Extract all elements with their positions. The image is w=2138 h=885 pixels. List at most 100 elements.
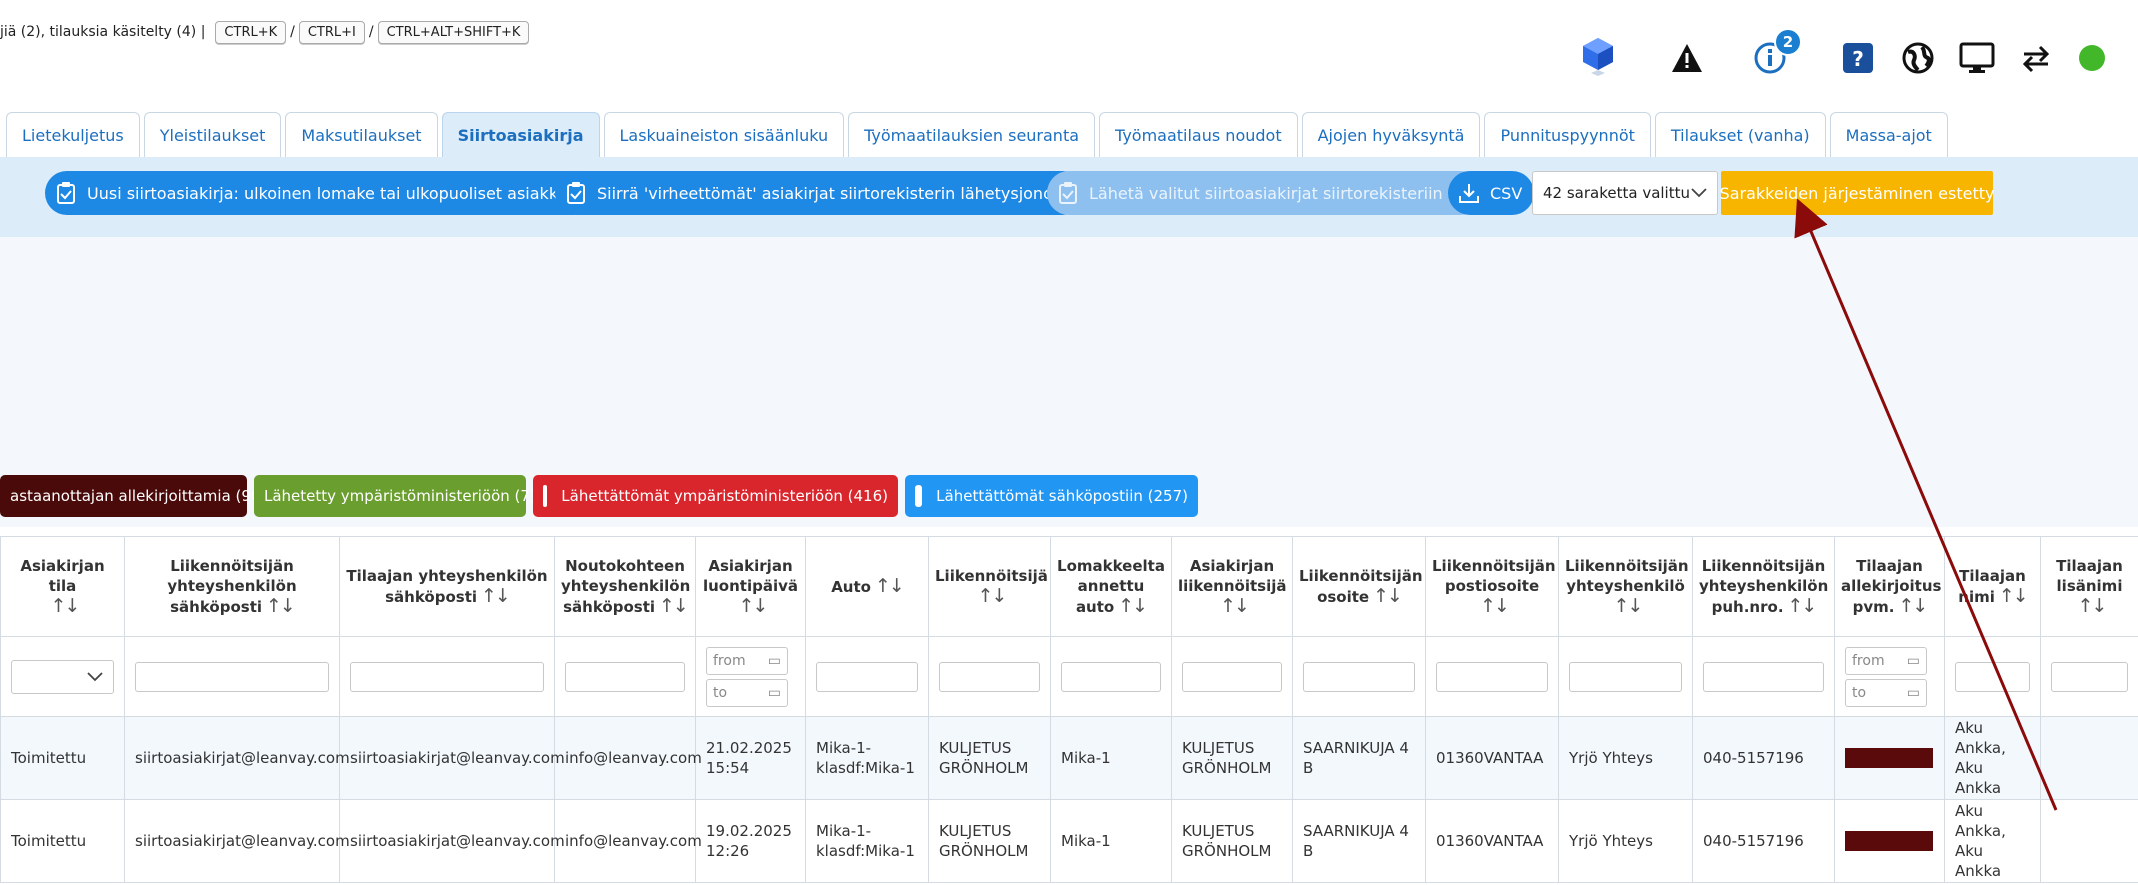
col-header[interactable]: Liikennöitsijän osoite ↑↓ [1292,536,1426,637]
col-header[interactable]: Tilaajan lisänimi ↑↓ [2040,536,2138,637]
column-selector[interactable]: 42 saraketta valittu [1532,171,1718,215]
column-ordering-button[interactable]: Sarakkeiden järjestäminen estetty [1720,171,1994,215]
sort-icon[interactable]: ↑↓ [1614,595,1644,617]
tab-yleistilaukset[interactable]: Yleistilaukset [143,112,282,157]
sort-icon[interactable]: ↑↓ [1480,595,1510,617]
cube-icon[interactable] [1580,38,1616,76]
calendar-icon: ▭ [767,684,781,701]
filter-input[interactable] [1955,661,2030,692]
tab-tyomaatilaus-noudot[interactable]: Työmaatilaus noudot [1099,112,1298,157]
sort-icon[interactable]: ↑↓ [659,595,689,617]
filter-input[interactable] [2051,661,2128,692]
warning-icon[interactable] [1669,40,1705,76]
tab-tyomaatilauksien-seuranta[interactable]: Työmaatilauksien seuranta [848,112,1096,157]
filter-input[interactable] [1569,661,1682,692]
filter-input[interactable] [1182,661,1282,692]
cell-operator-postal: 01360VANTAA [1425,799,1559,883]
chip-checkbox[interactable] [915,485,923,507]
tab-tilaukset-vanha[interactable]: Tilaukset (vanha) [1654,112,1826,157]
cell-status: Toimitettu [0,716,125,800]
tab-laskuaineiston-sisaanluku[interactable]: Laskuaineiston sisäänluku [603,112,845,157]
col-header[interactable]: Tilaajan allekirjoitus pvm. ↑↓ [1834,536,1945,637]
chip-checkbox[interactable] [543,485,548,507]
chip-sent-ministry[interactable]: Lähetetty ympäristöministeriöön (7) [254,475,536,517]
move-errorless-button[interactable]: Siirrä 'virheettömät' asiakirjat siirtor… [555,171,1085,215]
tab-lietekuljetus[interactable]: Lietekuljetus [6,112,140,157]
filter-input[interactable] [135,661,329,692]
tab-punnituspyynnot[interactable]: Punnituspyynnöt [1484,112,1651,157]
col-header[interactable]: Asiakirjan tila ↑↓ [0,536,125,637]
cell-operator-phone: 040-5157196 [1692,716,1835,800]
new-document-button[interactable]: Uusi siirtoasiakirja: ulkoinen lomake ta… [45,171,596,215]
sort-icon[interactable]: ↑↓ [1118,595,1148,617]
table-row[interactable]: Toimitettu siirtoasiakirjat@leanvay.com … [0,799,2138,883]
csv-export-button[interactable]: CSV [1448,171,1535,215]
filter-input[interactable] [816,661,918,692]
chip-recipient-signed[interactable]: astaanottajan allekirjoittamia (90) [0,475,266,517]
info-icon[interactable]: 2 [1752,28,1802,76]
sort-icon[interactable]: ↑↓ [739,595,769,617]
col-header[interactable]: Liikennöitsijän yhteyshenkilön puh.nro. ↑… [1692,536,1835,637]
new-document-label: Uusi siirtoasiakirja: ulkoinen lomake ta… [87,183,584,203]
filter-input[interactable] [350,661,544,692]
sort-icon[interactable]: ↑↓ [51,595,81,617]
tab-massa-ajot[interactable]: Massa-ajot [1829,112,1948,157]
col-header[interactable]: Asiakirjan liikennöitsijä ↑↓ [1171,536,1293,637]
sort-icon[interactable]: ↑↓ [266,595,296,617]
sort-icon[interactable]: ↑↓ [2078,595,2108,617]
chip-unsent-ministry[interactable]: Lähettättömät ympäristöministeriöön (416… [533,475,898,517]
move-errorless-label: Siirrä 'virheettömät' asiakirjat siirtor… [597,183,1073,203]
calendar-icon: ▭ [1906,684,1920,701]
col-header[interactable]: Tilaajan yhteyshenkilön sähköposti ↑↓ [339,536,555,637]
status-filter-select[interactable] [11,659,114,694]
connection-status-dot [2074,40,2110,76]
sort-icon[interactable]: ↑↓ [1788,595,1818,617]
filter-input[interactable] [939,661,1040,692]
cell-operator: KULJETUS GRÖNHOLM [928,799,1051,883]
col-header[interactable]: Noutokohteen yhteyshenkilön sähköposti ↑↓ [554,536,696,637]
tab-maksutilaukset[interactable]: Maksutilaukset [285,112,438,157]
col-header[interactable]: Liikennöitsijä ↑↓ [928,536,1051,637]
cell-doc-operator: KULJETUS GRÖNHOLM [1171,716,1293,800]
filter-input[interactable] [1303,661,1415,692]
col-header[interactable]: Liikennöitsijän postiosoite ↑↓ [1425,536,1559,637]
filter-input[interactable] [1436,661,1548,692]
col-header[interactable]: Liikennöitsijän yhteyshenkilö ↑↓ [1558,536,1693,637]
sort-icon[interactable]: ↑↓ [978,585,1008,607]
cell-customer-extra-name [2040,716,2138,800]
col-header[interactable]: Liikennöitsijän yhteyshenkilön sähköpost… [124,536,340,637]
globe-icon[interactable] [1900,40,1936,76]
col-header[interactable]: Asiakirjan luontipäivä ↑↓ [695,536,806,637]
help-icon[interactable]: ? [1840,40,1876,76]
col-header[interactable]: Auto ↑↓ [805,536,929,637]
col-header[interactable]: Lomakkeelta annettu auto ↑↓ [1050,536,1172,637]
date-from-input[interactable]: from ▭ [706,646,788,675]
table-row[interactable]: Toimitettu siirtoasiakirjat@leanvay.com … [0,716,2138,800]
date-to-input[interactable]: to ▭ [706,678,788,707]
cell-operator-email: siirtoasiakirjat@leanvay.com [124,716,350,800]
redacted-signature [1845,748,1933,768]
sort-icon[interactable]: ↑↓ [481,585,511,607]
date-from-input[interactable]: from ▭ [1845,646,1927,675]
shortcut-ctrl-i: CTRL+I [298,20,365,44]
tab-ajojen-hyvaksynta[interactable]: Ajojen hyväksyntä [1301,112,1481,157]
cell-operator-postal: 01360VANTAA [1425,716,1559,800]
sort-icon[interactable]: ↑↓ [1899,595,1929,617]
sort-icon[interactable]: ↑↓ [1999,585,2029,607]
sort-icon[interactable]: ↑↓ [1373,585,1403,607]
tab-siirtoasiakirja[interactable]: Siirtoasiakirja [441,112,600,157]
sort-icon[interactable]: ↑↓ [1220,595,1250,617]
filter-input[interactable] [565,661,685,692]
col-header[interactable]: Tilaajan nimi ↑↓ [1944,536,2041,637]
cell-customer-extra-name [2040,799,2138,883]
chip-label: Lähettättömät sähköpostiin (257) [936,487,1188,505]
date-to-input[interactable]: to ▭ [1845,678,1927,707]
sort-icon[interactable]: ↑↓ [875,575,905,597]
filter-input[interactable] [1061,661,1161,692]
filter-input[interactable] [1703,661,1824,692]
monitor-icon[interactable] [1959,40,1995,76]
cell-operator-address: SAARNIKUJA 4 B [1292,716,1426,800]
send-selected-button[interactable]: Lähetä valitut siirtoasiakirjat siirtore… [1047,171,1483,215]
swap-arrows-icon[interactable] [2018,40,2054,76]
chip-unsent-email[interactable]: Lähettättömät sähköpostiin (257) [905,475,1198,517]
